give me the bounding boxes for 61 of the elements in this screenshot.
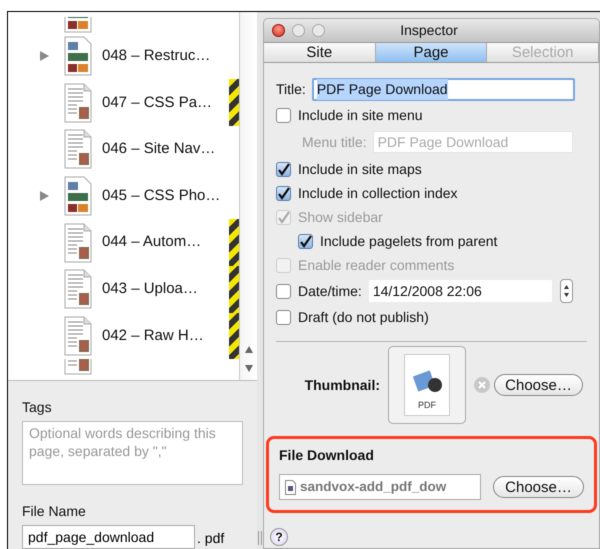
checkmark-icon [277,162,290,176]
checkbox-label: Include in site maps [298,160,422,179]
tab[interactable]: Page [376,43,488,62]
date-time-field[interactable]: 14/12/2008 22:06 [368,280,552,302]
document-icon [285,480,296,494]
outline-item[interactable]: 042 – Raw H… [102,324,229,348]
outline-item[interactable]: 044 – Autom… [102,231,229,254]
window-title: Inspector [399,21,459,40]
stepper[interactable] [560,279,573,303]
extension-label: . pdf [197,529,224,548]
zoom-button[interactable] [312,24,325,37]
checkmark-icon [299,234,312,248]
checkbox[interactable] [276,162,291,176]
checkmark-icon [277,186,290,200]
selected-text: PDF Page Download [316,78,448,100]
title-field[interactable]: PDF Page Download [312,78,575,100]
thumbnail-well[interactable]: PDF [388,346,466,424]
hazard-stripe [229,79,239,126]
thumbnail-label: Thumbnail: [304,376,380,394]
title-label: Title: [276,80,306,98]
up-down-arrows-icon [562,284,570,298]
checkbox-label: Include pagelets from parent [320,232,498,251]
checkbox[interactable] [276,310,291,324]
tags-field[interactable]: Optional words describing this page, separated by "," [22,421,243,485]
checkbox-label: Show sidebar [298,208,383,226]
file-name-field[interactable]: pdf_page_download [22,525,195,549]
hazard-stripe [229,312,239,360]
checkbox-label: Enable reader comments [298,256,454,274]
outline-item[interactable]: 043 – Uploa… [102,278,229,301]
tags-label: Tags [22,398,53,417]
checkmark-icon [277,210,290,224]
checkbox-label: Draft (do not publish) [298,308,429,327]
field-label: Menu title: [302,132,367,152]
disclosure-triangle-icon[interactable] [40,191,49,202]
minimize-button[interactable] [292,24,305,37]
file-download-label: File Download [279,446,375,465]
tab[interactable]: Site [264,43,376,62]
help-button[interactable]: ? [270,528,288,546]
checkbox[interactable] [276,108,291,122]
checkbox-label: Include in site menu [298,106,423,124]
outline-item[interactable]: 045 – CSS Pho… [102,184,229,208]
scroll-down-icon[interactable] [244,365,252,372]
splitter-handle[interactable] [258,531,262,545]
choose-button[interactable]: Choose… [493,476,584,498]
checkbox[interactable] [276,284,291,298]
choose-button[interactable]: Choose… [494,374,583,396]
outline-item[interactable]: 046 – Site Nav… [102,138,229,161]
outline-item[interactable]: 047 – CSS Pa… [102,92,229,114]
close-button[interactable] [272,24,285,37]
file-field[interactable]: sandvox-add_pdf_dow [279,474,481,500]
outline-item[interactable]: 048 – Restruc… [102,44,229,68]
disclosure-triangle-icon[interactable] [40,51,49,62]
file-name-label: File Name [22,502,87,521]
scroll-up-icon[interactable] [244,346,252,353]
hazard-stripe [229,219,239,266]
checkbox-label: Include in collection index [298,184,458,202]
checkbox-label: Date/time: [298,282,362,300]
checkbox[interactable] [276,186,291,200]
pdf-label: PDF [418,398,436,412]
hazard-stripe [229,266,239,313]
file-name: sandvox-add_pdf_dow [300,478,446,496]
